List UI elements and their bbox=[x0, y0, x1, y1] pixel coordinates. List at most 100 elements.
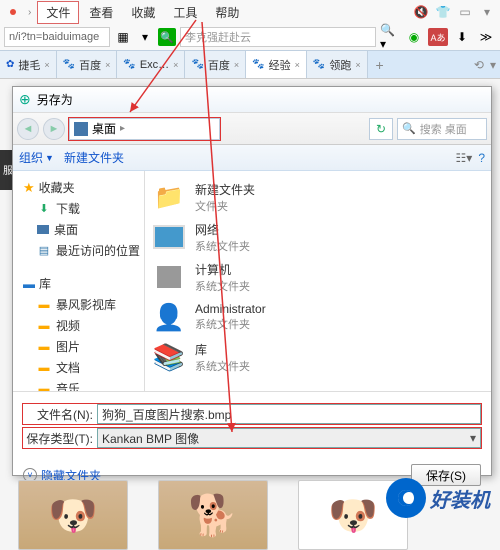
breadcrumb-sep-icon: ▸ bbox=[120, 123, 125, 134]
dialog-search-input[interactable]: 🔍搜索 桌面 bbox=[397, 118, 487, 140]
menu-favorites[interactable]: 收藏 bbox=[123, 2, 163, 23]
watermark: 好装机 bbox=[386, 478, 490, 518]
download-icon[interactable]: ⬇ bbox=[452, 28, 472, 46]
dialog-icon: ⊕ bbox=[19, 91, 31, 108]
tab-close-icon[interactable]: × bbox=[295, 60, 300, 70]
sidebar-item-videos[interactable]: ▬视频 bbox=[13, 315, 144, 336]
network-thumb-icon bbox=[151, 220, 187, 254]
dialog-titlebar: ⊕ 另存为 bbox=[13, 87, 491, 113]
location-label: 桌面 bbox=[92, 120, 116, 137]
file-item[interactable]: 网络系统文件夹 bbox=[149, 217, 487, 257]
menu-help[interactable]: 帮助 bbox=[207, 2, 247, 23]
tab-close-icon[interactable]: × bbox=[355, 60, 360, 70]
tab-close-icon[interactable]: × bbox=[234, 60, 239, 70]
dialog-title: 另存为 bbox=[37, 91, 73, 108]
desktop-small-icon bbox=[37, 225, 49, 234]
filetype-dropdown[interactable]: Kankan BMP 图像 bbox=[97, 428, 481, 448]
qr-icon[interactable]: ▦ bbox=[114, 28, 132, 46]
tab-label: 百度 bbox=[79, 57, 101, 73]
folder-icon: ▬ bbox=[37, 319, 51, 333]
shirt-icon[interactable]: 👕 bbox=[434, 3, 452, 21]
sidebar-item-recent[interactable]: ▤最近访问的位置 bbox=[13, 240, 144, 261]
tab-label: Exc… bbox=[140, 59, 169, 71]
browser-tab[interactable]: ✿捷毛× bbox=[0, 51, 57, 78]
file-title: 新建文件夹 bbox=[195, 181, 255, 198]
sidebar-favorites-header[interactable]: ★收藏夹 bbox=[13, 177, 144, 198]
menu-bar: › 文件 查看 收藏 工具 帮助 🔇 👕 ▭ ▾ bbox=[0, 0, 500, 24]
browser-tab[interactable]: 🐾 Exc… × bbox=[117, 51, 185, 78]
library-icon: ▬ bbox=[23, 277, 35, 291]
search-dd-icon[interactable]: 🔍▾ bbox=[380, 28, 400, 46]
watermark-text: 好装机 bbox=[430, 484, 490, 513]
organize-menu[interactable]: 组织▼ bbox=[19, 149, 54, 166]
new-tab-button[interactable]: + bbox=[368, 51, 392, 78]
new-folder-button[interactable]: 新建文件夹 bbox=[64, 149, 124, 166]
dialog-toolbar: 组织▼ 新建文件夹 ☷▾? bbox=[13, 145, 491, 171]
tab-bar: ✿捷毛× 🐾百度× 🐾Exc…× 🐾百度× 🐾经验× 🐾领跑× + ⟲▾ bbox=[0, 50, 500, 78]
file-title: Administrator bbox=[195, 302, 266, 316]
tab-close-icon[interactable]: × bbox=[105, 60, 110, 70]
search-input[interactable]: 李克强赶赴云 bbox=[180, 27, 376, 47]
menu-tools[interactable]: 工具 bbox=[165, 2, 205, 23]
favicon-icon: 🐾 bbox=[191, 59, 203, 70]
side-strip: 服 bbox=[0, 150, 12, 190]
window-icon[interactable]: ▭ bbox=[456, 3, 474, 21]
sidebar-item-music[interactable]: ▬音乐 bbox=[13, 378, 144, 391]
tab-close-icon[interactable]: × bbox=[173, 60, 178, 70]
restore-tab-icon[interactable]: ⟲ bbox=[474, 58, 484, 72]
menu-view[interactable]: 查看 bbox=[81, 2, 121, 23]
browser-tab[interactable]: 🐾领跑× bbox=[307, 51, 368, 78]
browser-tab[interactable]: 🐾 百度 × bbox=[185, 51, 246, 78]
folder-icon: ▬ bbox=[37, 298, 51, 312]
file-sub: 系统文件夹 bbox=[195, 278, 250, 294]
sidebar-item-documents[interactable]: ▬文档 bbox=[13, 357, 144, 378]
browser-tab[interactable]: 🐾 百度 × bbox=[57, 51, 118, 78]
tab-label: 百度 bbox=[208, 57, 230, 73]
dropdown-icon[interactable]: ▾ bbox=[136, 28, 154, 46]
nav-forward-button[interactable]: ► bbox=[43, 118, 65, 140]
translate-icon[interactable]: Aあ bbox=[428, 28, 448, 46]
file-title: 库 bbox=[195, 341, 250, 358]
file-sub: 系统文件夹 bbox=[195, 238, 250, 254]
file-item[interactable]: 👤Administrator系统文件夹 bbox=[149, 297, 487, 337]
address-bar: n/i?tn=baiduimage ▦ ▾ 🔍 李克强赶赴云 🔍▾ ◉ Aあ ⬇… bbox=[0, 24, 500, 50]
favicon-icon: 🐾 bbox=[313, 59, 325, 70]
folder-icon: ▬ bbox=[37, 382, 51, 392]
tab-menu-icon[interactable]: ▾ bbox=[490, 58, 496, 72]
browser-tab[interactable]: 🐾经验× bbox=[246, 51, 307, 78]
nav-back-button[interactable]: ◄ bbox=[17, 118, 39, 140]
location-breadcrumb[interactable]: 桌面 ▸ bbox=[69, 118, 220, 140]
help-icon[interactable]: ? bbox=[478, 151, 485, 165]
file-title: 网络 bbox=[195, 221, 250, 238]
nav-sidebar: ★收藏夹 ⬇下载 桌面 ▤最近访问的位置 ▬库 ▬暴风影视库 ▬视频 ▬图片 ▬… bbox=[13, 171, 145, 391]
sidebar-item-downloads[interactable]: ⬇下载 bbox=[13, 198, 144, 219]
search-icon[interactable]: 🔍 bbox=[158, 28, 176, 46]
menu-file[interactable]: 文件 bbox=[37, 1, 79, 24]
view-mode-icon[interactable]: ☷▾ bbox=[456, 151, 473, 165]
favicon-icon: 🐾 bbox=[63, 59, 75, 70]
file-item[interactable]: 📁新建文件夹文件夹 bbox=[149, 177, 487, 217]
url-input[interactable]: n/i?tn=baiduimage bbox=[4, 27, 110, 47]
mute-icon[interactable]: 🔇 bbox=[412, 3, 430, 21]
refresh-button[interactable]: ↻ bbox=[369, 118, 393, 140]
file-item[interactable]: 📚库系统文件夹 bbox=[149, 337, 487, 377]
chevron-right-icon: › bbox=[24, 7, 35, 18]
shield-icon[interactable]: ◉ bbox=[404, 28, 424, 46]
dialog-nav: ◄ ► 桌面 ▸ ↻ 🔍搜索 桌面 bbox=[13, 113, 491, 145]
sidebar-item-video-lib[interactable]: ▬暴风影视库 bbox=[13, 294, 144, 315]
file-sub: 系统文件夹 bbox=[195, 316, 266, 332]
sidebar-libraries-header[interactable]: ▬库 bbox=[13, 273, 144, 294]
folder-icon: ▬ bbox=[37, 340, 51, 354]
file-title: 计算机 bbox=[195, 261, 250, 278]
file-item[interactable]: 计算机系统文件夹 bbox=[149, 257, 487, 297]
tab-close-icon[interactable]: × bbox=[44, 60, 49, 70]
chevron-down-icon[interactable]: ▾ bbox=[478, 3, 496, 21]
filename-input[interactable]: 狗狗_百度图片搜索.bmp bbox=[97, 404, 481, 424]
sidebar-item-desktop[interactable]: 桌面 bbox=[13, 219, 144, 240]
sidebar-item-pictures[interactable]: ▬图片 bbox=[13, 336, 144, 357]
record-dot-icon bbox=[10, 9, 16, 15]
favicon-icon: 🐾 bbox=[123, 59, 135, 70]
tab-label: 捷毛 bbox=[18, 57, 40, 73]
filename-label: 文件名(N): bbox=[23, 406, 93, 423]
more-icon[interactable]: ≫ bbox=[476, 28, 496, 46]
